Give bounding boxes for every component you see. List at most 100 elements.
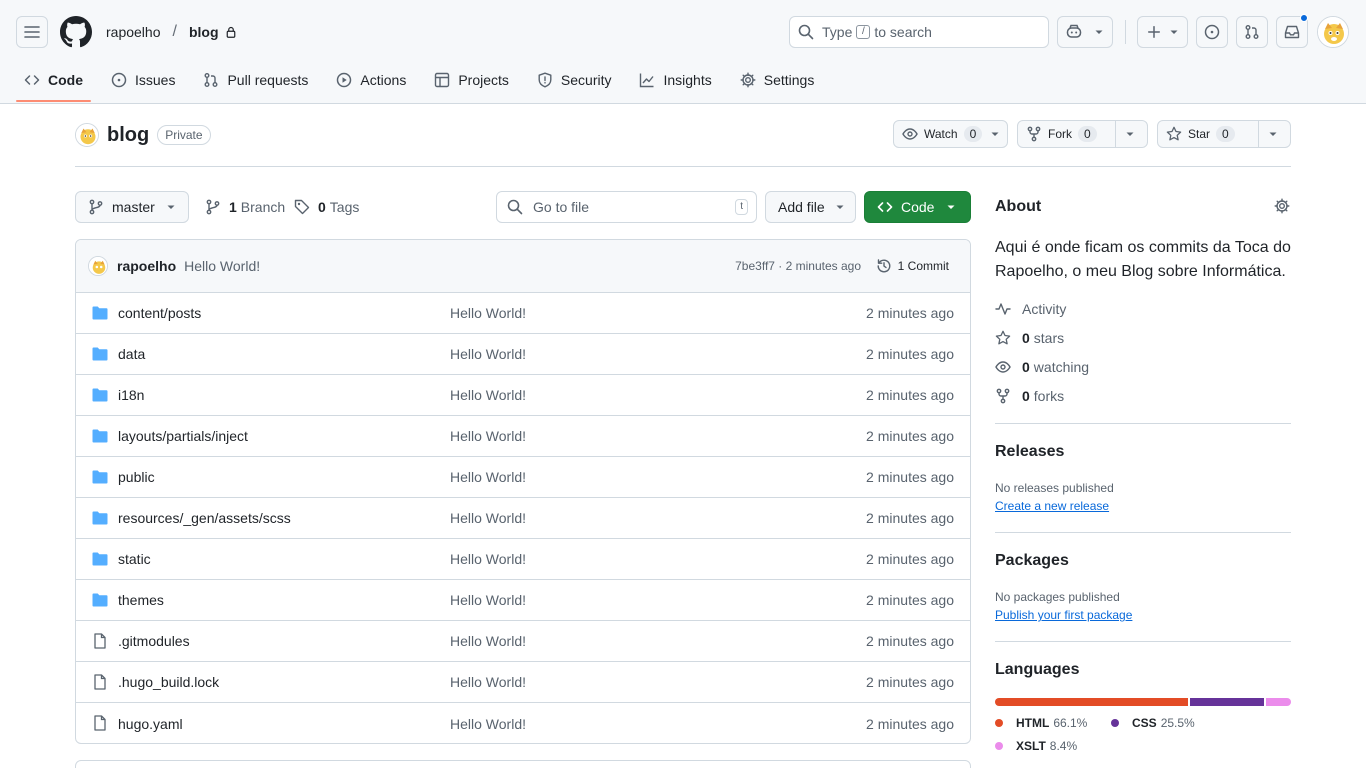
- commit-author[interactable]: rapoelho: [117, 258, 176, 274]
- hamburger-icon: [24, 26, 40, 38]
- file-name[interactable]: themes: [118, 592, 164, 608]
- file-commit-message[interactable]: Hello World!: [450, 674, 526, 690]
- issues-button[interactable]: [1196, 16, 1228, 48]
- file-commit-message[interactable]: Hello World!: [450, 346, 526, 362]
- file-commit-message[interactable]: Hello World!: [450, 551, 526, 567]
- file-name[interactable]: data: [118, 346, 145, 362]
- file-commit-message[interactable]: Hello World!: [450, 387, 526, 403]
- language-item-css[interactable]: CSS 25.5%: [1111, 716, 1195, 730]
- shield-icon: [538, 72, 552, 88]
- activity-link[interactable]: Activity: [995, 301, 1066, 317]
- tags-link[interactable]: 0 Tags: [294, 199, 359, 215]
- file-name[interactable]: .gitmodules: [118, 633, 190, 649]
- tab-security[interactable]: Security: [529, 64, 620, 96]
- forks-label: forks: [1033, 388, 1065, 404]
- commit-message[interactable]: Hello World!: [184, 258, 260, 274]
- branches-link[interactable]: 1 Branch: [205, 199, 285, 215]
- commit-history-link[interactable]: 1 Commit: [876, 258, 949, 274]
- branch-icon: [89, 199, 103, 215]
- branch-selector[interactable]: master: [75, 191, 189, 223]
- tab-settings[interactable]: Settings: [732, 64, 823, 96]
- publish-package-link[interactable]: Publish your first package: [995, 608, 1132, 622]
- file-name[interactable]: .hugo_build.lock: [118, 674, 219, 690]
- file-commit-message[interactable]: Hello World!: [450, 633, 526, 649]
- github-logo-icon[interactable]: [60, 16, 92, 48]
- notification-indicator: [1300, 14, 1308, 22]
- search-suffix: to search: [874, 24, 932, 40]
- code-button[interactable]: Code: [864, 191, 971, 223]
- folder-icon-wrap: [92, 346, 108, 362]
- table-row[interactable]: static Hello World! 2 minutes ago: [76, 539, 970, 580]
- gear-icon[interactable]: [1274, 198, 1290, 214]
- tab-code[interactable]: Code: [16, 64, 91, 96]
- packages-heading[interactable]: Packages: [995, 552, 1069, 570]
- file-commit-message[interactable]: Hello World!: [450, 592, 526, 608]
- file-name[interactable]: public: [118, 469, 155, 485]
- star-icon: [995, 330, 1011, 345]
- menu-button[interactable]: [16, 16, 48, 48]
- repo-name[interactable]: blog: [107, 124, 149, 147]
- watchers-link[interactable]: 0 watching: [995, 359, 1089, 375]
- releases-heading[interactable]: Releases: [995, 443, 1064, 461]
- watch-button[interactable]: Watch 0: [893, 120, 1008, 148]
- table-row[interactable]: themes Hello World! 2 minutes ago: [76, 580, 970, 621]
- file-commit-message[interactable]: Hello World!: [450, 428, 526, 444]
- language-item-html[interactable]: HTML 66.1%: [995, 716, 1087, 730]
- stars-link[interactable]: 0 stars: [995, 330, 1064, 346]
- tab-actions[interactable]: Actions: [328, 64, 414, 96]
- file-commit-message[interactable]: Hello World!: [450, 469, 526, 485]
- commit-hash-time[interactable]: 7be3ff7 · 2 minutes ago: [735, 259, 861, 273]
- issue-icon: [1204, 24, 1220, 40]
- go-to-file-shortcut: t: [735, 199, 748, 215]
- file-name[interactable]: hugo.yaml: [118, 716, 183, 732]
- fork-icon: [1027, 126, 1041, 142]
- create-new-button[interactable]: [1137, 16, 1188, 48]
- search-input[interactable]: Type / to search: [789, 16, 1049, 48]
- table-row[interactable]: data Hello World! 2 minutes ago: [76, 334, 970, 375]
- language-percent: 25.5%: [1160, 716, 1195, 730]
- tab-pull-requests[interactable]: Pull requests: [195, 64, 316, 96]
- table-row[interactable]: layouts/partials/inject Hello World! 2 min…: [76, 416, 970, 457]
- breadcrumb-owner[interactable]: rapoelho: [106, 24, 161, 40]
- add-file-button[interactable]: Add file: [765, 191, 856, 223]
- tab-issues[interactable]: Issues: [103, 64, 183, 96]
- readme-panel: [75, 760, 971, 768]
- file-name[interactable]: resources/_gen/assets/scss: [118, 510, 291, 526]
- forks-link[interactable]: 0 forks: [995, 388, 1064, 404]
- tab-projects[interactable]: Projects: [426, 64, 517, 96]
- copilot-button[interactable]: [1057, 16, 1113, 48]
- file-name[interactable]: i18n: [118, 387, 144, 403]
- pull-requests-button[interactable]: [1236, 16, 1268, 48]
- table-row[interactable]: content/posts Hello World! 2 minutes ago: [76, 293, 970, 334]
- table-row[interactable]: i18n Hello World! 2 minutes ago: [76, 375, 970, 416]
- file-icon-wrap: [92, 633, 108, 649]
- table-row[interactable]: hugo.yaml Hello World! 2 minutes ago: [76, 703, 970, 743]
- go-to-file-input[interactable]: Go to file t: [496, 191, 757, 223]
- table-row[interactable]: .hugo_build.lock Hello World! 2 minutes ag…: [76, 662, 970, 703]
- file-commit-message[interactable]: Hello World!: [450, 510, 526, 526]
- file-name[interactable]: content/posts: [118, 305, 201, 321]
- fork-button[interactable]: Fork 0: [1017, 120, 1148, 148]
- pulse-icon: [995, 303, 1011, 315]
- file-icon: [94, 633, 106, 649]
- star-button[interactable]: Star 0: [1157, 120, 1291, 148]
- file-commit-age: 2 minutes ago: [866, 633, 954, 649]
- commit-author-avatar[interactable]: [88, 256, 108, 276]
- file-name[interactable]: static: [118, 551, 151, 567]
- table-row[interactable]: public Hello World! 2 minutes ago: [76, 457, 970, 498]
- create-release-link[interactable]: Create a new release: [995, 499, 1109, 513]
- fork-dropdown[interactable]: [1115, 121, 1143, 147]
- table-row[interactable]: resources/_gen/assets/scss Hello World! 2 …: [76, 498, 970, 539]
- user-avatar[interactable]: [1317, 16, 1349, 48]
- tab-insights[interactable]: Insights: [631, 64, 719, 96]
- table-row[interactable]: .gitmodules Hello World! 2 minutes ago: [76, 621, 970, 662]
- eye-icon: [902, 128, 918, 140]
- star-dropdown[interactable]: [1258, 121, 1286, 147]
- file-commit-age: 2 minutes ago: [866, 674, 954, 690]
- file-commit-message[interactable]: Hello World!: [450, 305, 526, 321]
- forks-count: 0: [1022, 388, 1030, 404]
- file-commit-message[interactable]: Hello World!: [450, 716, 526, 732]
- language-item-xslt[interactable]: XSLT 8.4%: [995, 739, 1077, 753]
- file-name[interactable]: layouts/partials/inject: [118, 428, 248, 444]
- breadcrumb-repo[interactable]: blog: [189, 24, 219, 40]
